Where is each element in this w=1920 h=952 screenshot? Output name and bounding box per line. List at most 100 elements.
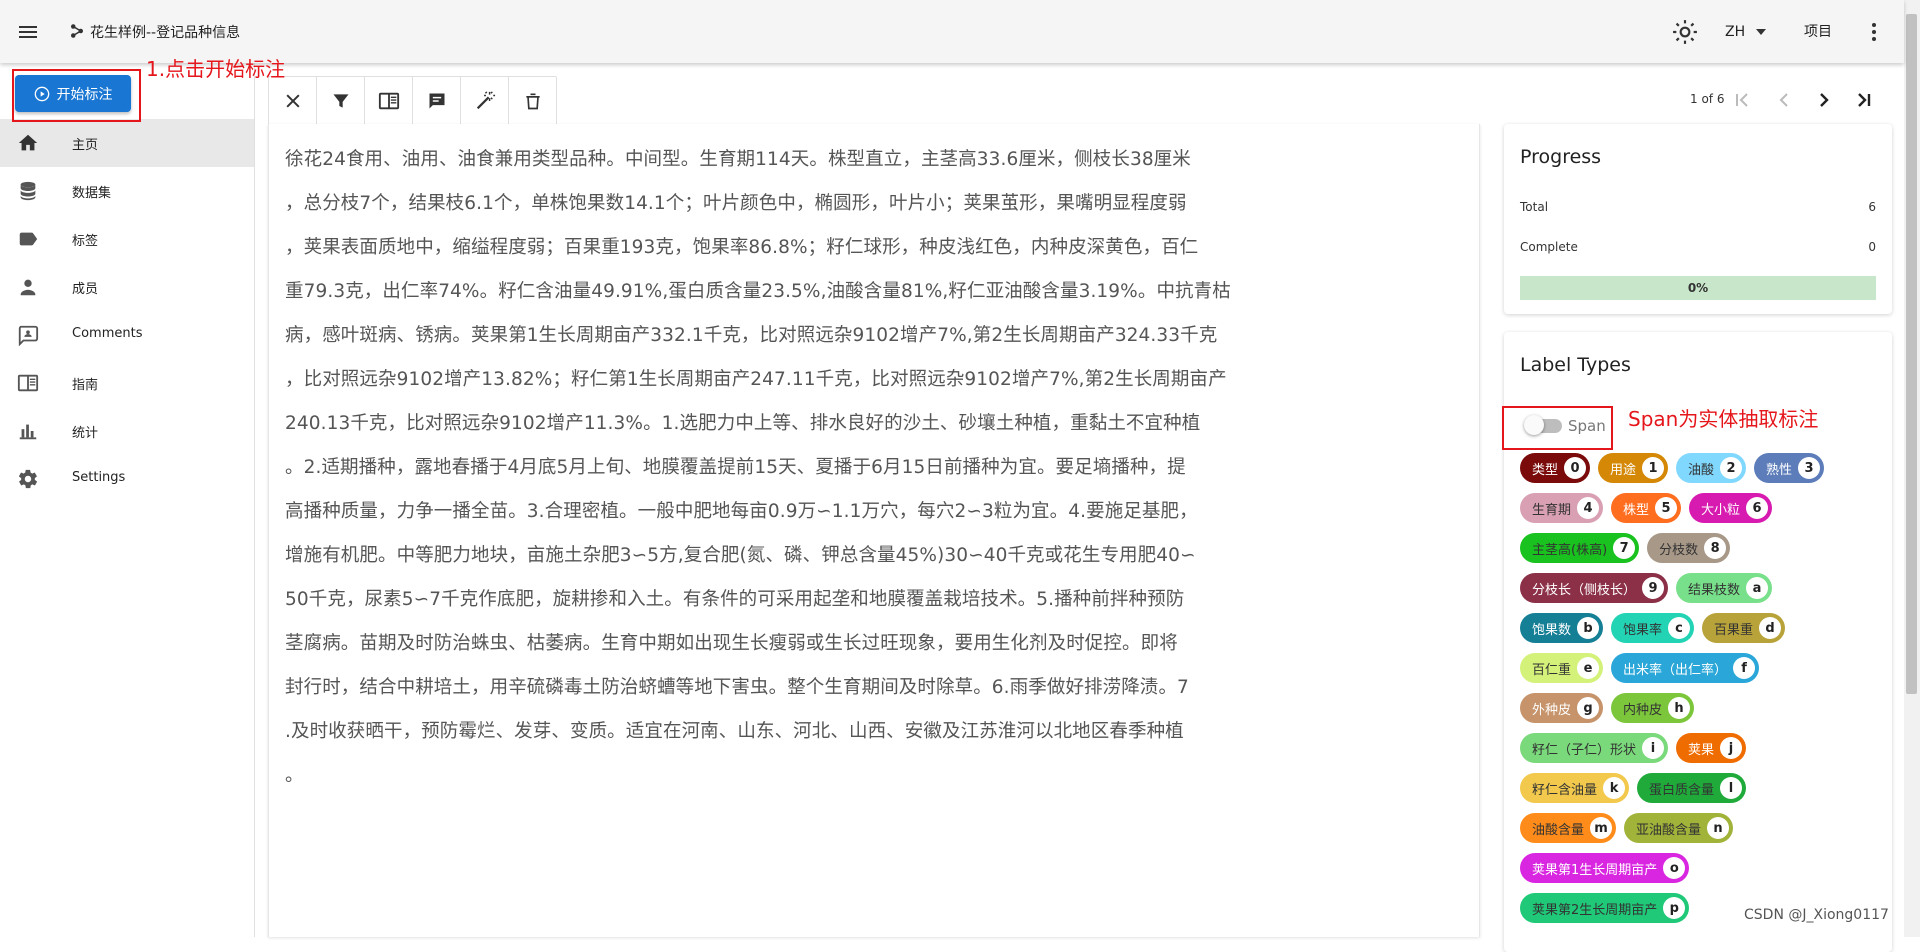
- doc-line: 病，感叶斑病、锈病。荚果第1生长周期亩产332.1千克，比对照远杂9102增产7…: [285, 325, 1218, 346]
- label-chip-shortcut: 4: [1577, 497, 1600, 519]
- close-button[interactable]: [269, 77, 317, 125]
- label-chip[interactable]: 主茎高(株高) 7: [1520, 533, 1640, 563]
- label-chip[interactable]: 籽仁（子仁）形状 i: [1520, 733, 1669, 763]
- label-chip[interactable]: 油酸含量 m: [1520, 813, 1617, 843]
- nav-item-home[interactable]: 主页: [0, 119, 254, 167]
- language-selector[interactable]: ZH: [1725, 18, 1766, 46]
- label-chip-text: 出米率（出仁率）: [1623, 662, 1728, 678]
- label-chip[interactable]: 饱果数 b: [1520, 613, 1604, 643]
- label-chip-shortcut: 7: [1613, 537, 1636, 559]
- label-chip-text: 生育期: [1532, 502, 1572, 518]
- nav-item-labels[interactable]: 标签: [0, 215, 254, 263]
- label-chip[interactable]: 籽仁含油量 k: [1520, 773, 1630, 803]
- label-chip[interactable]: 饱果率 c: [1611, 613, 1695, 643]
- person-icon: [20, 279, 36, 296]
- pager-status: 1 of 6: [1690, 92, 1725, 106]
- label-chip-shortcut: 1: [1642, 457, 1665, 479]
- label-chip-shortcut: f: [1733, 657, 1756, 679]
- highlight-box-span: [1502, 406, 1613, 450]
- book-open-icon: [378, 92, 399, 110]
- delete-button[interactable]: [509, 77, 556, 125]
- theme-toggle-icon[interactable]: [1672, 19, 1698, 45]
- nav-item-label: 数据集: [72, 186, 112, 201]
- filter-button[interactable]: [317, 77, 365, 125]
- highlight-box-start: [12, 69, 141, 122]
- document-text-panel[interactable]: 徐花24食用、油用、油食兼用类型品种。中间型。生育期114天。株型直立，主茎高3…: [268, 124, 1480, 937]
- label-chip-shortcut: e: [1577, 657, 1600, 679]
- label-chip-shortcut: 2: [1720, 457, 1743, 479]
- progress-bar: 0%: [1520, 276, 1876, 300]
- progress-complete-row: Complete 0: [1520, 240, 1876, 254]
- home-icon: [18, 134, 38, 151]
- label-chip[interactable]: 熟性 3: [1754, 453, 1825, 483]
- label-chip[interactable]: 株型 5: [1611, 493, 1682, 523]
- label-chip-text: 蛋白质含量: [1649, 782, 1715, 798]
- label-chip[interactable]: 分枝长（侧枝长） 9: [1520, 573, 1669, 603]
- label-chip-shortcut: j: [1720, 737, 1743, 759]
- doc-line: ，比对照远杂9102增产13.82%；籽仁第1生长周期亩产247.11千克，比对…: [285, 369, 1227, 390]
- next-page-icon[interactable]: [1812, 88, 1836, 112]
- hamburger-menu-icon[interactable]: [16, 20, 40, 44]
- progress-title: Progress: [1520, 146, 1602, 168]
- annotation-note-span: Span为实体抽取标注: [1628, 407, 1819, 431]
- label-chip[interactable]: 外种皮 g: [1520, 693, 1604, 723]
- label-chip[interactable]: 亚油酸含量 n: [1624, 813, 1734, 843]
- delete-icon: [525, 93, 540, 110]
- label-chip-shortcut: m: [1590, 817, 1613, 839]
- nav-item-members[interactable]: 成员: [0, 263, 254, 311]
- close-icon: [285, 94, 300, 108]
- label-chip-shortcut: 6: [1746, 497, 1769, 519]
- label-chip-text: 分枝长（侧枝长）: [1532, 582, 1637, 598]
- label-icon: [19, 232, 38, 246]
- projects-link[interactable]: 项目: [1804, 18, 1832, 46]
- doc-line: 。2.适期播种，露地春播于4月底5月上旬、地膜覆盖提前15天、夏播于6月15日前…: [285, 457, 1186, 478]
- label-chip[interactable]: 荚果第2生长周期亩产 p: [1520, 893, 1690, 923]
- label-chip[interactable]: 百仁重 e: [1520, 653, 1604, 683]
- label-chip[interactable]: 百果重 d: [1702, 613, 1786, 643]
- prev-page-icon[interactable]: [1772, 88, 1796, 112]
- nav-item-guideline[interactable]: 指南: [0, 359, 254, 407]
- total-label: Total: [1520, 200, 1549, 214]
- label-chip[interactable]: 大小粒 6: [1689, 493, 1773, 523]
- progress-card: Progress Total 6 Complete 0 0%: [1504, 124, 1892, 314]
- label-chip-shortcut: i: [1642, 737, 1665, 759]
- label-chip-shortcut: g: [1577, 697, 1600, 719]
- label-chip[interactable]: 类型 0: [1520, 453, 1591, 483]
- nav-item-label: 标签: [72, 234, 99, 249]
- doc-line: 。: [285, 765, 304, 786]
- filter-icon: [333, 94, 348, 108]
- nav-item-statistics[interactable]: 统计: [0, 407, 254, 455]
- label-chip-text: 内种皮: [1623, 702, 1663, 718]
- first-page-icon[interactable]: [1730, 88, 1754, 112]
- nav-item-label: 统计: [72, 426, 99, 441]
- label-chip[interactable]: 蛋白质含量 l: [1637, 773, 1747, 803]
- doc-line: 50千克，尿素5∽7千克作底肥，旋耕掺和入土。有条件的可采用起垄和地膜覆盖栽培技…: [285, 589, 1185, 610]
- gear-icon: [18, 469, 38, 489]
- label-chip-text: 籽仁含油量: [1532, 782, 1598, 798]
- label-chip-text: 饱果数: [1532, 622, 1572, 638]
- complete-label: Complete: [1520, 240, 1578, 254]
- label-chip[interactable]: 生育期 4: [1520, 493, 1604, 523]
- label-chip[interactable]: 荚果 j: [1676, 733, 1747, 763]
- comment-button[interactable]: [413, 77, 461, 125]
- language-label: ZH: [1725, 24, 1746, 40]
- label-chip-text: 百果重: [1714, 622, 1754, 638]
- label-chip[interactable]: 内种皮 h: [1611, 693, 1695, 723]
- label-chip[interactable]: 出米率（出仁率） f: [1611, 653, 1760, 683]
- last-page-icon[interactable]: [1852, 88, 1876, 112]
- book-icon: [17, 374, 39, 392]
- label-chip[interactable]: 结果枝数 a: [1676, 573, 1773, 603]
- label-chip[interactable]: 分枝数 8: [1647, 533, 1731, 563]
- nav-item-settings[interactable]: Settings: [0, 455, 254, 503]
- more-vert-icon[interactable]: [1862, 20, 1886, 44]
- label-chip[interactable]: 用途 1: [1598, 453, 1669, 483]
- nav-item-comments[interactable]: Comments: [0, 311, 254, 359]
- label-chip[interactable]: 油酸 2: [1676, 453, 1747, 483]
- label-chip[interactable]: 荚果第1生长周期亩产 o: [1520, 853, 1690, 883]
- auto-label-button[interactable]: [461, 77, 509, 125]
- nav-item-dataset[interactable]: 数据集: [0, 167, 254, 215]
- annotation-note-start: 1.点击开始标注: [146, 57, 286, 81]
- guideline-button[interactable]: [365, 77, 413, 125]
- doc-line: 茎腐病。苗期及时防治蛛虫、枯萎病。生育中期如出现生长瘦弱或生长过旺现象，要用生化…: [285, 633, 1178, 654]
- scrollbar-thumb[interactable]: [1906, 14, 1917, 694]
